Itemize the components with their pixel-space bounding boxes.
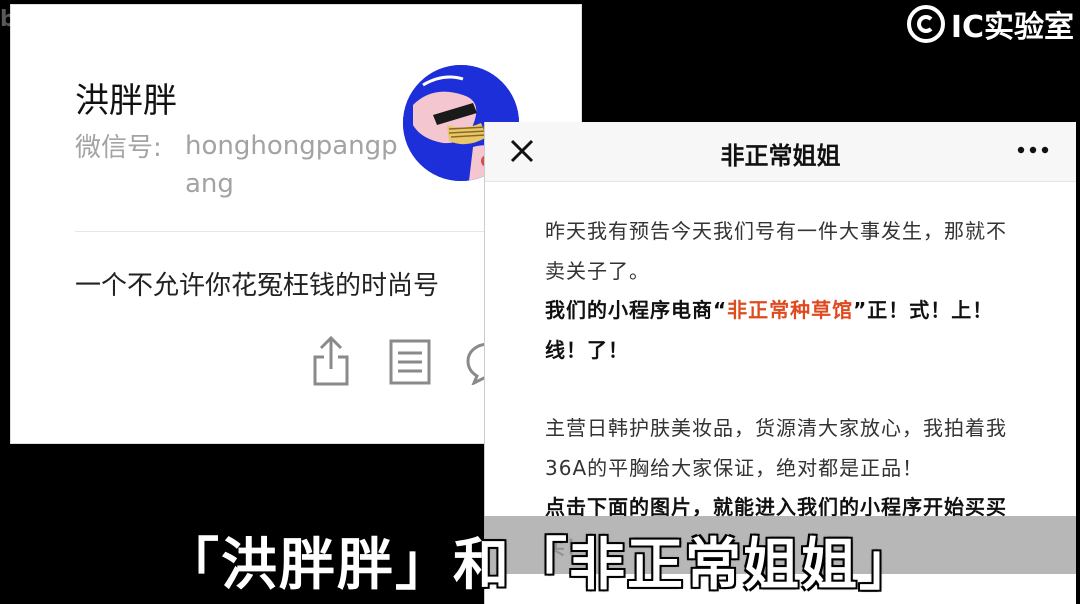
share-icon[interactable]	[311, 335, 351, 387]
ic-lab-label: IC实验室	[950, 10, 1074, 45]
shop-name-highlight: 非正常种草馆	[727, 298, 854, 322]
profile-description: 一个不允许你花冤枉钱的时尚号	[75, 271, 440, 301]
article-paragraph: 昨天我有预告今天我们号有一件大事发生，那就不卖关子了。	[545, 219, 1007, 283]
wechat-id-value: honghongpangpang	[185, 131, 398, 199]
document-icon[interactable]	[389, 339, 431, 385]
article-body: 昨天我有预告今天我们号有一件大事发生，那就不卖关子了。 我们的小程序电商“非正常…	[545, 212, 1025, 567]
bilibili-watermark: bilibili	[0, 6, 85, 32]
article-announcement: 我们的小程序电商“非正常种草馆”正！式！上！线！了！	[545, 291, 1025, 370]
article-paragraph: 主营日韩护肤美妆品，货源清大家放心，我拍着我36A的平胸给大家保证，绝对都是正品…	[545, 416, 1007, 480]
announcement-prefix: 我们的小程序电商“	[545, 298, 728, 322]
video-subtitle: 「洪胖胖」和「非正常姐姐」	[163, 533, 917, 598]
profile-name: 洪胖胖	[75, 81, 177, 121]
article-header: 非正常姐姐	[485, 122, 1076, 182]
bilibili-logo: bilibili	[0, 6, 85, 32]
ic-logo-icon	[906, 5, 945, 43]
more-options-icon[interactable]	[1016, 144, 1050, 156]
article-title: 非正常姐姐	[720, 142, 841, 170]
ic-lab-watermark: IC实验室	[906, 2, 1074, 46]
wechat-id-label: 微信号:	[75, 133, 162, 163]
